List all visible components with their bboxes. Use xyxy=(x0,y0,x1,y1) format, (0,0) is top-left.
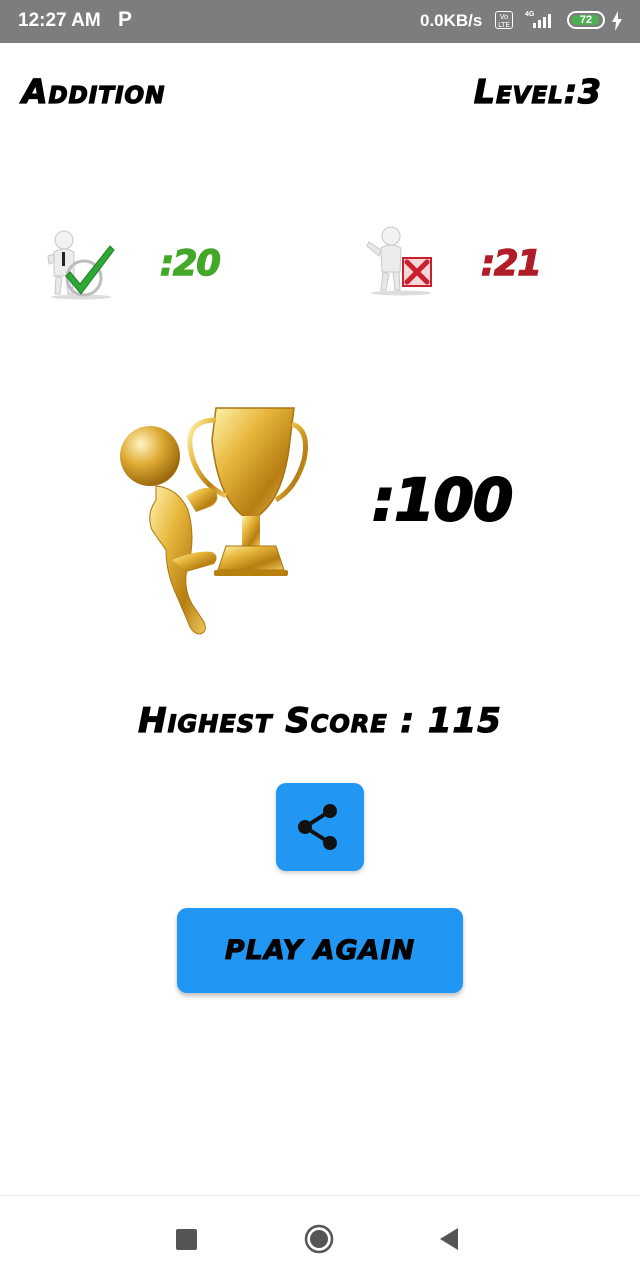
signal-icon: 4G xyxy=(525,11,551,28)
battery-icon: 72 xyxy=(567,11,605,29)
man-with-cross-icon xyxy=(366,226,432,296)
status-time: 12:27 AM xyxy=(18,10,101,31)
svg-text:4G: 4G xyxy=(525,11,535,18)
game-mode-title: Addition xyxy=(21,71,166,111)
play-again-button[interactable]: PLAY AGAIN xyxy=(177,908,463,993)
wrong-answers-count: :21 xyxy=(480,243,542,285)
correct-answers-count: :20 xyxy=(159,243,221,285)
current-score: :100 xyxy=(371,465,514,535)
share-button[interactable] xyxy=(276,783,364,871)
home-button[interactable] xyxy=(304,1224,334,1254)
battery-level: 72 xyxy=(579,14,593,26)
system-navigation-bar xyxy=(0,1195,640,1281)
status-bar: 12:27 AM P 0.0KB/s Vo LTE 4G 72 xyxy=(0,0,640,43)
network-speed: 0.0KB/s xyxy=(420,11,483,30)
highest-score: Highest Score : 115 xyxy=(138,700,502,741)
volte-icon: Vo LTE xyxy=(495,11,513,29)
man-with-checkmark-icon xyxy=(47,230,115,300)
level-indicator: Level:3 xyxy=(473,71,602,111)
gold-trophy-figure-icon xyxy=(120,407,308,635)
back-button[interactable] xyxy=(438,1227,460,1251)
charging-icon xyxy=(612,11,622,31)
recent-apps-button[interactable] xyxy=(176,1229,197,1250)
app-notification-icon: P xyxy=(118,8,133,31)
share-icon xyxy=(298,804,337,850)
